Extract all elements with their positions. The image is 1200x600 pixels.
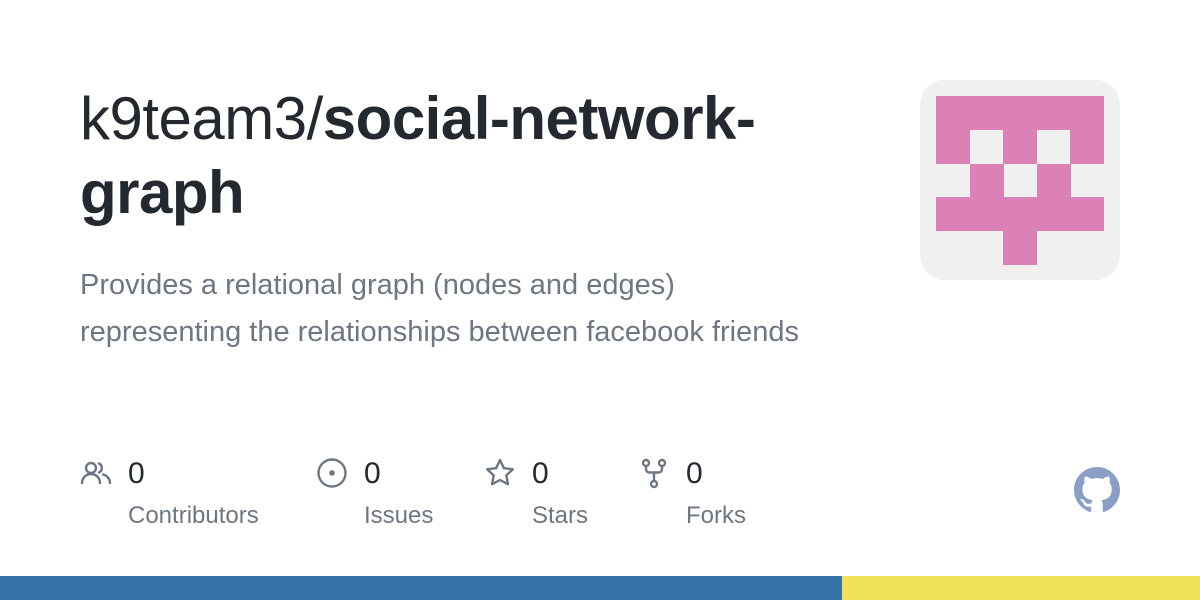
repo-forked-icon <box>641 458 667 489</box>
language-segment-python <box>0 576 843 600</box>
repo-title[interactable]: k9team3/social-network-graph <box>80 82 840 230</box>
identicon-pattern <box>936 96 1104 265</box>
issues-count: 0 <box>364 457 381 490</box>
forks-count: 0 <box>686 457 703 490</box>
language-segment-javascript <box>842 576 1200 600</box>
issues-label: Issues <box>364 502 434 529</box>
contributors-label: Contributors <box>128 502 259 529</box>
forks-label: Forks <box>686 502 746 529</box>
language-bar <box>0 576 1200 600</box>
repo-owner[interactable]: k9team3/ <box>80 85 323 152</box>
identicon-avatar <box>920 80 1120 280</box>
contributors-count: 0 <box>128 457 145 490</box>
stars-label: Stars <box>532 502 589 529</box>
issue-opened-icon <box>317 458 347 488</box>
people-icon <box>80 461 112 485</box>
github-mark-icon[interactable] <box>1074 467 1120 513</box>
repo-social-card: k9team3/social-network-graph Provides a … <box>0 0 1200 600</box>
stars-count: 0 <box>532 457 549 490</box>
repo-description: Provides a relational graph (nodes and e… <box>80 269 800 348</box>
star-icon <box>486 458 514 486</box>
